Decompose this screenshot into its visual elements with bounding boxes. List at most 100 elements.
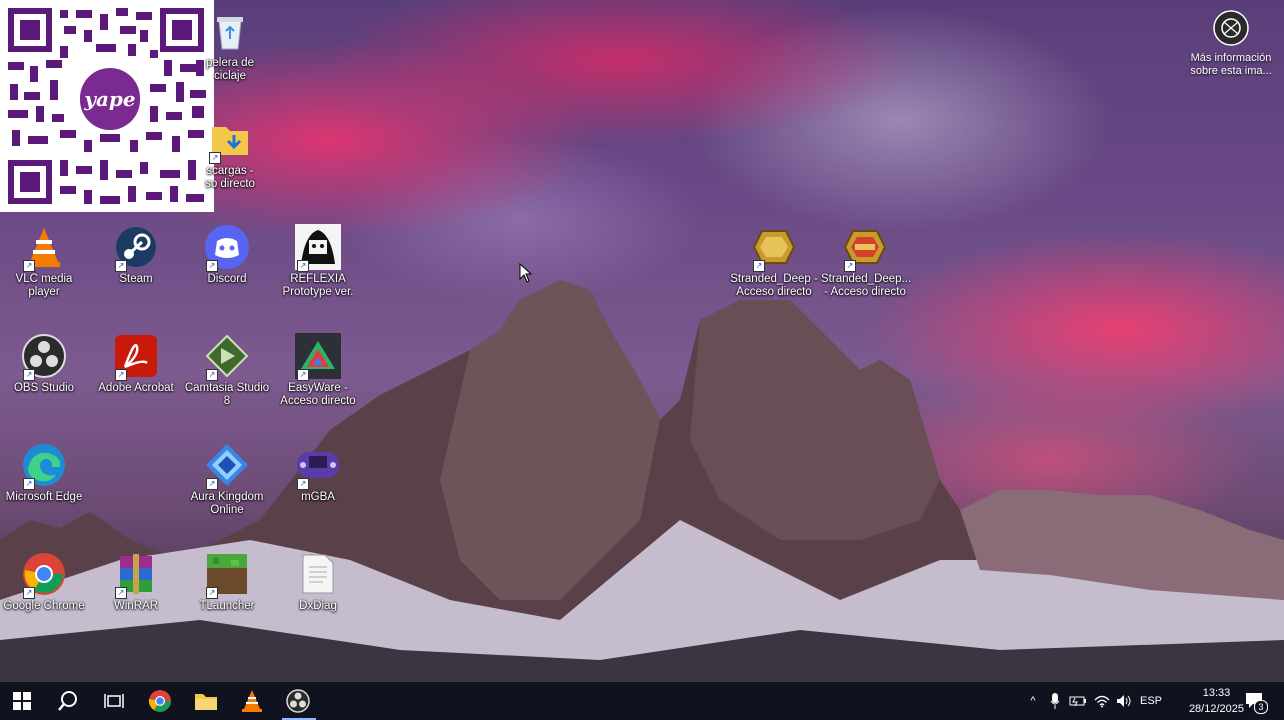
shortcut-arrow-icon: ↗ <box>115 587 127 599</box>
vlc-icon: ↗ <box>21 224 67 272</box>
mouse-cursor-icon <box>519 263 533 283</box>
volume-tray[interactable] <box>1114 682 1134 720</box>
desktop-icon-label: Google Chrome <box>3 600 85 612</box>
network-tray[interactable] <box>1092 682 1112 720</box>
desktop-icon-easyware[interactable]: ↗ EasyWare - Acceso directo <box>274 333 362 408</box>
desktop-icon-label: Discord <box>207 273 247 285</box>
chrome-icon <box>148 690 171 712</box>
desktop-icon-stranded-deep-2[interactable]: ↗ Stranded_Deep... - Acceso directo <box>821 224 912 299</box>
action-center-button[interactable]: 3 <box>1240 682 1270 720</box>
desktop-icon-downloads[interactable]: ↗ scargas - so directo <box>186 116 274 191</box>
desktop-icon-microsoft-edge[interactable]: ↗ Microsoft Edge <box>0 442 88 504</box>
desktop-icon-label: OBS Studio <box>13 382 75 394</box>
microphone-tray[interactable] <box>1046 682 1064 720</box>
folder-icon <box>195 694 217 710</box>
edge-icon: ↗ <box>21 442 67 490</box>
obs-icon: ↗ <box>21 333 67 381</box>
obs-icon <box>286 689 310 713</box>
desktop-icon-tlauncher[interactable]: ↗ TLauncher <box>183 551 271 613</box>
taskbar-obs[interactable] <box>276 682 320 720</box>
desktop-icon-winrar[interactable]: ↗ WinRAR <box>92 551 180 613</box>
desktop-icon-label: WinRAR <box>113 600 159 612</box>
shortcut-arrow-icon: ↗ <box>23 260 35 272</box>
spotlight-info-label: Más información sobre esta ima... <box>1190 52 1272 77</box>
yape-logo-text: yape <box>84 87 136 111</box>
shortcut-arrow-icon: ↗ <box>115 369 127 381</box>
desktop-icon-label: scargas - so directo <box>205 165 255 190</box>
desktop-icon-discord[interactable]: ↗ Discord <box>183 224 271 286</box>
desktop-icon-reflexia[interactable]: ↗ REFLEXIA Prototype ver. <box>274 224 362 299</box>
clock-date: 28/12/2025 <box>1188 703 1244 715</box>
speaker-icon <box>1117 695 1131 707</box>
shortcut-arrow-icon: ↗ <box>206 587 218 599</box>
shortcut-arrow-icon: ↗ <box>23 587 35 599</box>
battery-tray[interactable] <box>1068 682 1088 720</box>
desktop-icon-steam[interactable]: ↗ Steam <box>92 224 180 286</box>
search-icon <box>58 691 77 711</box>
discord-icon: ↗ <box>204 224 250 272</box>
recycle-bin-icon <box>207 8 253 54</box>
desktop-icon-label: Steam <box>119 273 153 285</box>
tlauncher-icon: ↗ <box>204 551 250 599</box>
taskbar-clock[interactable]: 13:33 28/12/2025 <box>1189 685 1244 717</box>
camtasia-icon: ↗ <box>204 333 250 381</box>
dxdiag-icon <box>295 551 341 597</box>
start-button[interactable] <box>0 682 44 720</box>
language-label: ESP <box>1139 695 1162 707</box>
shortcut-arrow-icon: ↗ <box>115 260 127 272</box>
shortcut-arrow-icon: ↗ <box>844 260 856 272</box>
shortcut-arrow-icon: ↗ <box>297 478 309 490</box>
desktop-icon-aura-kingdom[interactable]: ↗ Aura Kingdom Online <box>183 442 271 517</box>
shortcut-arrow-icon: ↗ <box>753 260 765 272</box>
language-indicator[interactable]: ESP <box>1138 682 1164 720</box>
desktop-icon-camtasia[interactable]: ↗ Camtasia Studio 8 <box>183 333 271 408</box>
desktop-icon-vlc[interactable]: ↗ VLC media player <box>0 224 88 299</box>
desktop-icon-label: TLauncher <box>199 600 255 612</box>
acrobat-icon: ↗ <box>113 333 159 381</box>
yape-qr-code: yape <box>0 0 214 212</box>
desktop-icon-obs[interactable]: ↗ OBS Studio <box>0 333 88 395</box>
shortcut-arrow-icon: ↗ <box>297 260 309 272</box>
desktop-icon-label: EasyWare - Acceso directo <box>280 382 356 407</box>
desktop-icon-adobe-acrobat[interactable]: ↗ Adobe Acrobat <box>92 333 180 395</box>
task-view-button[interactable] <box>92 682 136 720</box>
desktop-icon-stranded-deep-1[interactable]: ↗ Stranded_Deep - Acceso directo <box>730 224 818 299</box>
desktop-icon-recycle-bin[interactable]: pelera de ciclaje <box>186 8 274 83</box>
shortcut-arrow-icon: ↗ <box>23 478 35 490</box>
clock-time: 13:33 <box>1202 687 1231 699</box>
desktop-icon-dxdiag[interactable]: DxDiag <box>274 551 362 613</box>
spotlight-info[interactable]: Más información sobre esta ima... <box>1186 10 1276 78</box>
desktop-icon-label: VLC media player <box>15 273 73 298</box>
stranded-deep-icon: ↗ <box>842 224 888 272</box>
notification-count-badge: 3 <box>1254 700 1268 714</box>
desktop-icon-google-chrome[interactable]: ↗ Google Chrome <box>0 551 88 613</box>
downloads-folder-icon: ↗ <box>207 116 253 164</box>
desktop-icon-label: mGBA <box>301 491 335 503</box>
shortcut-arrow-icon: ↗ <box>297 369 309 381</box>
desktop-icon-mgba[interactable]: ↗ mGBA <box>274 442 362 504</box>
show-hidden-icons-button[interactable]: ^ <box>1024 682 1042 720</box>
desktop-icon-label: Aura Kingdom Online <box>190 491 264 516</box>
taskbar-file-explorer[interactable] <box>184 682 228 720</box>
taskbar-chrome[interactable] <box>138 682 182 720</box>
taskbar: ^ ESP 13:33 28/12/2025 3 <box>0 682 1284 720</box>
reflexia-icon: ↗ <box>295 224 341 272</box>
stranded-deep-icon: ↗ <box>751 224 797 272</box>
vlc-icon <box>242 690 262 712</box>
easyware-icon: ↗ <box>295 333 341 381</box>
shortcut-arrow-icon: ↗ <box>206 369 218 381</box>
taskbar-vlc[interactable] <box>230 682 274 720</box>
microphone-icon <box>1050 693 1060 709</box>
mgba-icon: ↗ <box>295 442 341 490</box>
desktop-icon-label: Stranded_Deep... - Acceso directo <box>821 273 912 298</box>
shortcut-arrow-icon: ↗ <box>23 369 35 381</box>
winrar-icon: ↗ <box>113 551 159 599</box>
shortcut-arrow-icon: ↗ <box>206 478 218 490</box>
chevron-up-icon: ^ <box>1030 695 1036 707</box>
chrome-icon: ↗ <box>21 551 67 599</box>
search-button[interactable] <box>46 682 90 720</box>
shortcut-arrow-icon: ↗ <box>209 152 221 164</box>
wifi-icon <box>1094 695 1110 708</box>
shortcut-arrow-icon: ↗ <box>206 260 218 272</box>
windows-logo-icon <box>13 692 31 710</box>
